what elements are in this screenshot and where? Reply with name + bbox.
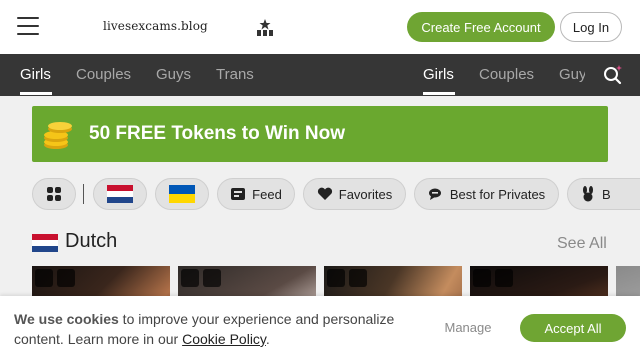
netherlands-filter-chip[interactable] [93,178,147,210]
mobile-icon [35,269,53,287]
ukraine-flag-icon [169,185,195,203]
more-filters-label: B [602,186,611,202]
tab-girls-secondary[interactable]: Girls [423,66,454,83]
ukraine-filter-chip[interactable] [155,178,209,210]
mobile-icon [473,269,491,287]
accept-all-button[interactable]: Accept All [520,314,626,342]
heart-icon [317,187,332,200]
cookie-text: We use cookies to improve your experienc… [14,309,414,349]
mobile-icon [181,269,199,287]
mobile-icon [327,269,345,287]
hamburger-icon[interactable] [17,17,39,37]
coins-icon [44,122,72,149]
section-title: Dutch [65,230,118,252]
grid-view-button[interactable] [32,178,76,210]
feed-label: Feed [252,186,282,202]
manage-cookies-button[interactable]: Manage [436,313,500,341]
netherlands-flag-icon [107,185,133,203]
create-account-button[interactable]: Create Free Account [407,12,555,42]
cookie-text-2: . [265,331,270,347]
bunny-icon [583,186,593,202]
search-icon[interactable] [602,63,624,85]
tab-trans[interactable]: Trans [216,66,254,83]
login-button[interactable]: Log In [560,12,622,42]
tab-active-indicator-secondary [423,92,455,95]
tab-couples-secondary[interactable]: Couples [479,66,534,83]
vr-icon [57,269,75,287]
vr-icon [203,269,221,287]
netherlands-flag-icon [32,234,58,252]
header: livesexcams.blog Create Free Account Log… [0,0,640,54]
more-filters-chip[interactable]: B [567,178,640,210]
vr-icon [495,269,513,287]
star-grid-icon[interactable] [255,18,275,38]
filter-divider [83,184,84,204]
feed-chip[interactable]: Feed [217,178,295,210]
favorites-chip[interactable]: Favorites [303,178,406,210]
feed-icon [231,188,246,200]
see-all-link[interactable]: See All [557,235,607,253]
tab-guys[interactable]: Guys [156,66,191,83]
best-for-privates-label: Best for Privates [449,186,546,202]
grid-icon [47,187,61,201]
promo-text: 50 FREE Tokens to Win Now [89,123,345,144]
best-for-privates-chip[interactable]: Best for Privates [414,178,559,210]
brand-logo[interactable]: livesexcams.blog [103,19,208,33]
favorites-label: Favorites [338,186,393,202]
tab-active-indicator [20,92,52,95]
tab-couples[interactable]: Couples [76,66,131,83]
chat-icon [428,188,441,200]
tab-girls[interactable]: Girls [20,66,51,83]
cookie-bold: We use cookies [14,311,119,327]
tab-guys-secondary[interactable]: Guy [559,66,585,83]
cookie-policy-link[interactable]: Cookie Policy [182,331,266,347]
vr-icon [349,269,367,287]
